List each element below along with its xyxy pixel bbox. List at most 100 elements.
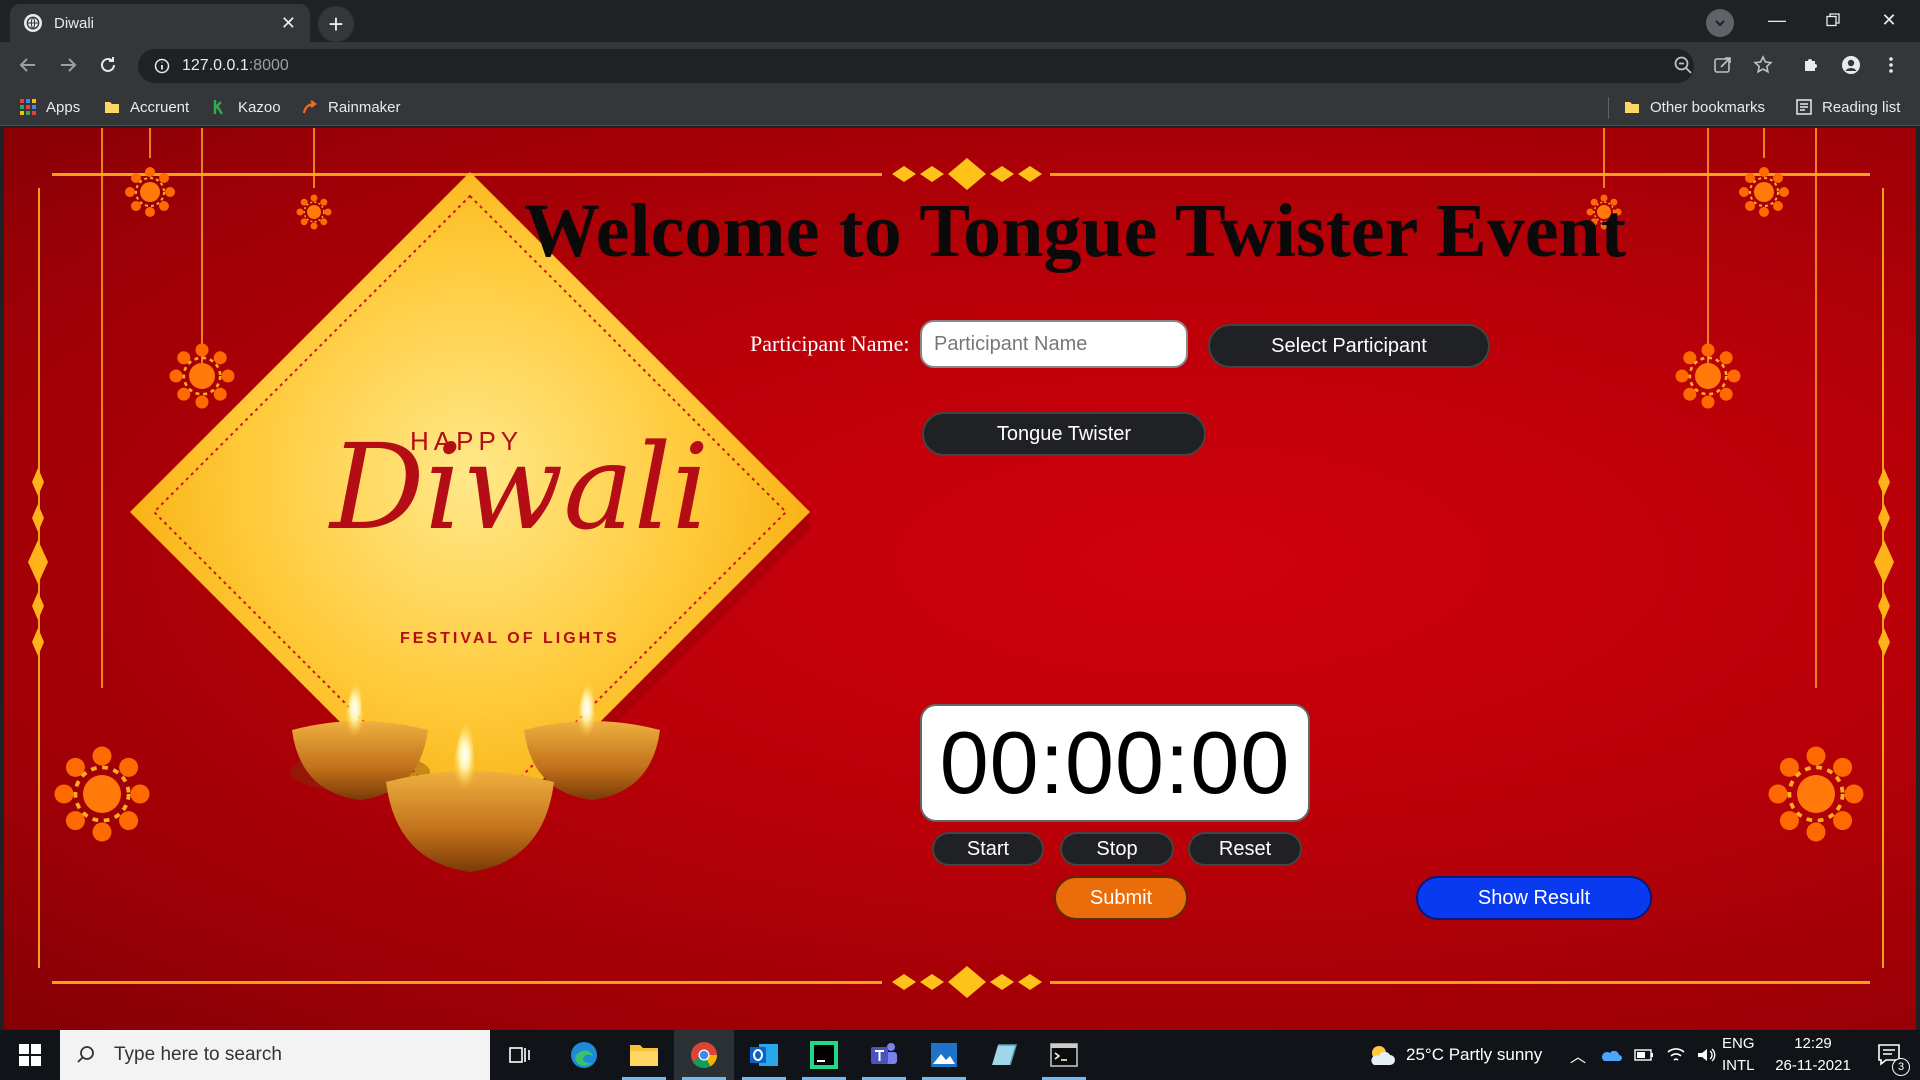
clock-date: 26-11-2021 <box>1775 1057 1851 1074</box>
star-icon <box>1753 55 1773 74</box>
file-explorer-app[interactable] <box>614 1030 674 1080</box>
select-participant-button[interactable]: Select Participant <box>1208 324 1490 368</box>
reload-button[interactable] <box>94 51 122 79</box>
minimize-button[interactable]: — <box>1754 0 1800 40</box>
browser-tab[interactable]: Diwali ✕ <box>10 4 310 42</box>
extensions-button[interactable] <box>1796 50 1826 80</box>
bookmark-label: Kazoo <box>238 98 281 116</box>
language-indicator[interactable]: ENG INTL <box>1722 1033 1755 1077</box>
close-window-button[interactable]: ✕ <box>1866 0 1912 40</box>
banner-festival-text: FESTIVAL OF LIGHTS <box>400 630 620 647</box>
chevron-down-icon <box>1715 20 1725 27</box>
notification-center-button[interactable]: 3 <box>1866 1030 1914 1080</box>
tongue-twister-button[interactable]: Tongue Twister <box>922 412 1206 456</box>
bookmark-other[interactable]: Other bookmarks <box>1624 96 1765 118</box>
page-title: Welcome to Tongue Twister Event <box>524 189 1626 273</box>
bookmark-label: Rainmaker <box>328 98 401 116</box>
bookmark-apps[interactable]: Apps <box>20 96 80 118</box>
bookmarks-separator <box>1608 97 1609 119</box>
browser-toolbar: 127.0.0.1:8000 <box>0 42 1920 88</box>
restore-button[interactable] <box>1810 0 1856 40</box>
back-button[interactable] <box>14 51 42 79</box>
outlook-app[interactable] <box>734 1030 794 1080</box>
apps-grid-icon <box>20 99 36 115</box>
share-button[interactable] <box>1708 50 1738 80</box>
notification-count-badge: 3 <box>1892 1058 1910 1076</box>
outlook-icon <box>750 1044 778 1066</box>
windows-logo-icon <box>19 1044 41 1066</box>
chevron-up-icon[interactable]: ︿ <box>1570 1043 1586 1067</box>
arrow-left-icon <box>19 58 35 72</box>
chrome-icon <box>691 1042 718 1069</box>
onedrive-cloud-icon[interactable] <box>1600 1048 1623 1062</box>
bookmark-accruent[interactable]: Accruent <box>104 96 189 118</box>
bookmark-label: Apps <box>46 98 81 116</box>
clock[interactable]: 12:29 26-11-2021 <box>1770 1033 1856 1077</box>
start-button[interactable]: Start <box>932 832 1044 866</box>
battery-icon[interactable] <box>1634 1049 1654 1061</box>
page-viewport: HAPPY Diwali FESTIVAL OF LIGHTS Welcome … <box>4 128 1916 1030</box>
photos-icon <box>931 1043 957 1067</box>
puzzle-icon <box>1805 59 1817 71</box>
menu-button[interactable] <box>1876 50 1906 80</box>
submit-button[interactable]: Submit <box>1054 876 1188 920</box>
language-code: ENG <box>1722 1035 1755 1052</box>
task-view-button[interactable] <box>490 1030 550 1080</box>
share-icon <box>1714 57 1731 73</box>
zoom-button[interactable] <box>1668 50 1698 80</box>
windows-taskbar: Type here to search 25°C Partly sunny ︿ … <box>0 1030 1920 1080</box>
kazoo-logo-icon <box>213 100 224 115</box>
edge-browser-icon <box>571 1042 597 1068</box>
zoom-out-icon <box>1674 56 1692 74</box>
start-button[interactable] <box>0 1030 60 1080</box>
show-result-button[interactable]: Show Result <box>1416 876 1652 920</box>
tab-strip: Diwali ✕ + — ✕ <box>0 0 1920 42</box>
system-tray: ︿ <box>1570 1030 1716 1080</box>
pycharm-icon <box>810 1041 838 1069</box>
arrow-right-icon <box>61 58 77 72</box>
banner-diwali-text: Diwali <box>330 418 710 556</box>
reading-list-icon <box>1796 99 1812 115</box>
terminal-app[interactable] <box>1034 1030 1094 1080</box>
photos-app[interactable] <box>914 1030 974 1080</box>
bookmark-star-button[interactable] <box>1748 50 1778 80</box>
clock-time: 12:29 <box>1794 1035 1832 1052</box>
taskbar-search-box[interactable]: Type here to search <box>60 1030 490 1080</box>
url-host: 127.0.0.1 <box>182 57 249 74</box>
chrome-app[interactable] <box>674 1030 734 1080</box>
tab-search-button[interactable] <box>1706 9 1734 37</box>
task-view-icon <box>509 1047 530 1063</box>
bookmark-label: Reading list <box>1822 98 1901 116</box>
keyboard-layout: INTL <box>1722 1057 1755 1074</box>
speaker-icon[interactable] <box>1696 1046 1716 1064</box>
kebab-menu-icon <box>1889 57 1893 73</box>
close-tab-icon[interactable]: ✕ <box>281 14 296 32</box>
folder-icon <box>105 102 119 113</box>
folder-icon <box>1625 102 1639 113</box>
address-bar[interactable]: 127.0.0.1:8000 <box>138 49 1694 83</box>
stop-button[interactable]: Stop <box>1060 832 1174 866</box>
partly-sunny-icon <box>1371 1046 1395 1065</box>
bookmark-label: Other bookmarks <box>1650 98 1766 116</box>
bookmarks-bar: Apps Accruent Kazoo Rainmaker Other book… <box>0 88 1920 126</box>
pycharm-app[interactable] <box>794 1030 854 1080</box>
participant-name-input[interactable] <box>920 320 1188 368</box>
globe-icon <box>24 14 42 32</box>
timer-display: 00:00:00 <box>920 704 1310 822</box>
reset-button[interactable]: Reset <box>1188 832 1302 866</box>
eraser-app[interactable] <box>974 1030 1034 1080</box>
bookmark-kazoo[interactable]: Kazoo <box>212 96 281 118</box>
info-icon[interactable] <box>154 58 170 74</box>
forward-button[interactable] <box>54 51 82 79</box>
edge-app[interactable] <box>554 1030 614 1080</box>
folder-icon <box>630 1045 658 1066</box>
new-tab-button[interactable]: + <box>318 6 354 42</box>
wifi-icon[interactable] <box>1666 1046 1686 1064</box>
eraser-icon <box>992 1044 1018 1066</box>
reading-list[interactable]: Reading list <box>1796 96 1900 118</box>
teams-app[interactable] <box>854 1030 914 1080</box>
teams-icon <box>871 1043 897 1064</box>
profile-button[interactable] <box>1836 50 1866 80</box>
weather-widget[interactable]: 25°C Partly sunny <box>1368 1030 1542 1080</box>
bookmark-rainmaker[interactable]: Rainmaker <box>302 96 401 118</box>
